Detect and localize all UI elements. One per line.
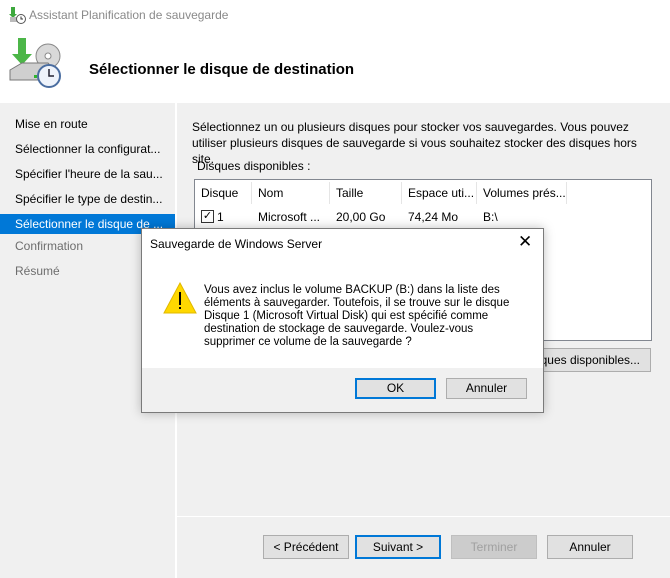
message-line: destination de stockage de sauvegarde. V… [204,323,474,335]
page-title: Sélectionner le disque de destination [89,61,355,78]
footer-divider [177,516,670,517]
message-line: supprimer ce volume de la sauvegarde ? [204,336,412,348]
column-header[interactable]: Volumes prés... [477,182,567,204]
column-header[interactable]: Espace uti... [402,182,477,204]
message-line: Vous avez inclus le volume BACKUP (B:) d… [204,284,500,296]
warning-icon [163,282,197,314]
dialog-footer: OK Annuler [142,368,543,412]
column-header[interactable]: Disque [195,182,252,204]
cancel-button[interactable]: Annuler [547,535,633,559]
finish-button: Terminer [451,535,537,559]
cell-used: 74,24 Mo [408,210,459,224]
next-button[interactable]: Suivant > [355,535,441,559]
backup-disk-clock-icon [9,38,61,88]
message-line: éléments à sauvegarder. Toutefois, il se… [204,297,510,309]
dialog-title: Sauvegarde de Windows Server [150,237,323,251]
disks-label: Disques disponibles : [197,159,311,173]
column-header[interactable]: Nom [252,182,330,204]
cell-size: 20,00 Go [336,210,386,224]
dialog-cancel-button[interactable]: Annuler [446,378,527,399]
title-bar: Assistant Planification de sauvegarde [0,0,670,30]
message-line: Disque 1 (Microsoft Virtual Disk) qui es… [204,310,489,322]
step-specify-time[interactable]: Spécifier l'heure de la sau... [0,164,175,184]
cell-volumes: B:\ [483,210,498,224]
step-getting-started[interactable]: Mise en route [0,114,175,134]
cell-name: Microsoft ... [258,210,321,224]
step-select-configuration[interactable]: Sélectionner la configurat... [0,139,175,159]
dialog-message: Vous avez inclus le volume BACKUP (B:) d… [204,284,524,349]
warning-dialog: Sauvegarde de Windows Server ✕ Vous avez… [141,228,544,413]
step-destination-type[interactable]: Spécifier le type de destin... [0,189,175,209]
ok-button[interactable]: OK [355,378,436,399]
cell-disk: 1 [217,210,224,224]
wizard-header: Sélectionner le disque de destination [0,30,670,103]
previous-button[interactable]: < Précédent [263,535,349,559]
column-header[interactable]: Taille [330,182,402,204]
backup-schedule-icon [9,7,26,24]
close-icon[interactable]: ✕ [518,232,532,252]
window-title: Assistant Planification de sauvegarde [29,8,229,22]
